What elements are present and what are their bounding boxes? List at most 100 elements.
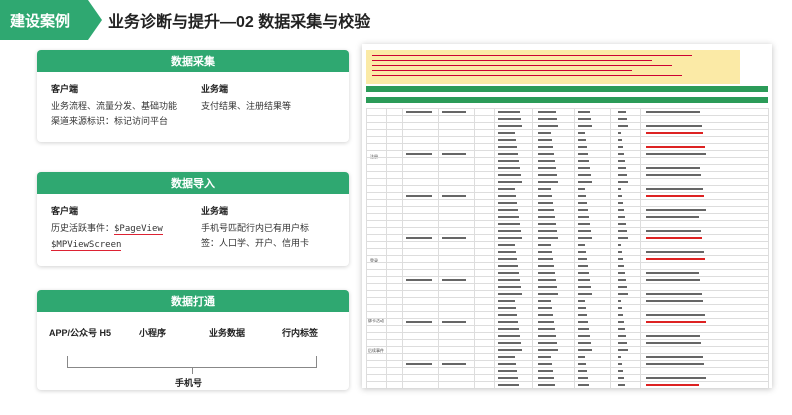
cell-text xyxy=(498,202,517,204)
cell-text xyxy=(578,300,585,302)
cell-text xyxy=(406,195,432,197)
cell-text xyxy=(498,125,522,127)
cell-text xyxy=(618,328,625,330)
cell-text xyxy=(618,370,623,372)
card-data-import: 数据导入 客户端 历史活跃事件：$PageView $MPViewScreen … xyxy=(37,172,349,266)
grid-row-line xyxy=(366,346,768,347)
cell-text xyxy=(578,244,585,246)
cell-text xyxy=(618,244,621,246)
client-line-prefix: 历史活跃事件： xyxy=(51,223,115,233)
card-data-collection-title: 数据采集 xyxy=(37,50,349,72)
cell-text xyxy=(538,384,555,386)
cell-text xyxy=(498,342,521,344)
cell-text xyxy=(618,237,628,239)
cell-text xyxy=(618,111,626,113)
cell-text xyxy=(578,223,590,225)
cell-text xyxy=(538,300,551,302)
cell-text xyxy=(578,209,588,211)
grid-row-line xyxy=(366,248,768,249)
grid-column-line xyxy=(768,108,769,388)
grid-row-line xyxy=(366,136,768,137)
cell-text xyxy=(538,370,553,372)
card-data-collection: 数据采集 客户端 业务流程、流量分发、基础功能 渠道来源标识：标记访问平台 业务… xyxy=(37,50,349,142)
note-text xyxy=(372,75,682,76)
cell-text xyxy=(578,349,592,351)
cell-text xyxy=(646,153,706,155)
grid-row-line xyxy=(366,325,768,326)
cell-text xyxy=(498,167,520,169)
mpviewscreen-event: $MPViewScreen xyxy=(51,240,122,251)
cell-text xyxy=(578,216,589,218)
grid-row-line xyxy=(366,192,768,193)
cell-text xyxy=(442,363,466,365)
cell-text xyxy=(618,188,621,190)
cell-text xyxy=(578,328,589,330)
cell-text xyxy=(618,139,622,141)
cell-text xyxy=(498,111,520,113)
cell-text xyxy=(538,293,558,295)
cell-text xyxy=(618,384,625,386)
cell-text xyxy=(646,335,700,337)
cell-text xyxy=(578,377,588,379)
cell-text xyxy=(646,342,701,344)
grid-row-line xyxy=(366,283,768,284)
grid-row-line xyxy=(366,108,768,109)
source-app-h5: APP/公众号 H5 xyxy=(49,328,112,338)
cell-text xyxy=(646,293,702,295)
cell-text xyxy=(498,272,519,274)
client-title: 客户端 xyxy=(51,206,79,216)
cell-text xyxy=(538,174,557,176)
cell-text xyxy=(498,146,517,148)
cell-text xyxy=(498,181,522,183)
cell-text xyxy=(618,349,628,351)
cell-text xyxy=(618,258,623,260)
cell-text xyxy=(538,223,556,225)
note-text xyxy=(372,60,652,61)
cell-text xyxy=(618,300,621,302)
grid-row-line xyxy=(366,206,768,207)
cell-text xyxy=(618,272,625,274)
cell-text xyxy=(538,132,551,134)
cell-text xyxy=(618,118,627,120)
cell-text xyxy=(646,209,706,211)
cell-text xyxy=(498,384,519,386)
grid-row-line xyxy=(366,234,768,235)
cell-text xyxy=(578,181,592,183)
card-data-connect: 数据打通 APP/公众号 H5 小程序 业务数据 行内标签 手机号 xyxy=(37,290,349,390)
source-bank-tags: 行内标签 xyxy=(282,328,319,338)
cell-text xyxy=(618,160,625,162)
cell-text xyxy=(618,146,623,148)
server-line: 签：人口学、开户、信用卡 xyxy=(201,238,310,248)
cell-text xyxy=(498,139,516,141)
cell-text xyxy=(646,230,701,232)
page-title: 业务诊断与提升—02 数据采集与校验 xyxy=(108,14,371,31)
cell-text xyxy=(578,307,586,309)
cell-text xyxy=(618,223,626,225)
card-data-connect-title: 数据打通 xyxy=(37,290,349,312)
cell-text xyxy=(538,118,557,120)
cell-text xyxy=(442,321,466,323)
spreadsheet-screenshot: 注册 登录 绑卡活动 后续事件 xyxy=(362,44,772,388)
grid-row-line xyxy=(366,339,768,340)
cell-text xyxy=(646,300,703,302)
grid-row-line xyxy=(366,262,768,263)
grid-row-line xyxy=(366,318,768,319)
cell-text xyxy=(498,209,518,211)
cell-text xyxy=(618,335,626,337)
cell-text xyxy=(498,370,517,372)
cell-text xyxy=(498,230,521,232)
cell-text xyxy=(646,356,703,358)
card-data-import-title: 数据导入 xyxy=(37,172,349,194)
cell-text xyxy=(618,230,627,232)
grid-row-line xyxy=(366,381,768,382)
cell-text xyxy=(406,321,432,323)
cell-text xyxy=(538,244,551,246)
cell-text xyxy=(618,342,627,344)
cell-text xyxy=(442,111,466,113)
cell-text xyxy=(406,153,432,155)
cell-text xyxy=(618,125,628,127)
cell-text xyxy=(578,293,592,295)
cell-text xyxy=(498,160,519,162)
cell-text xyxy=(538,146,553,148)
cell-text xyxy=(538,139,552,141)
